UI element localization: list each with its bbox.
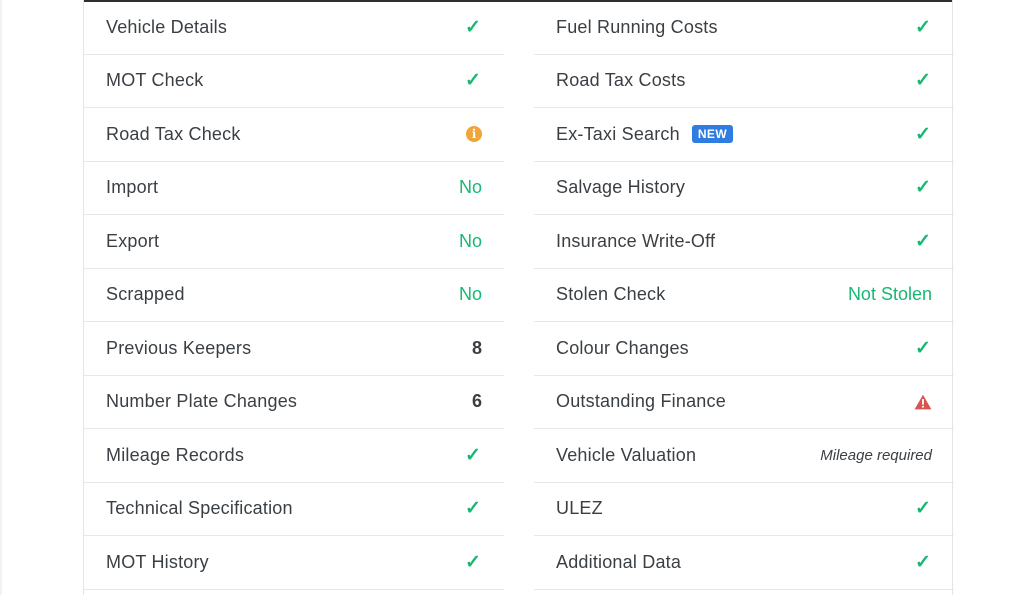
row-label: MOT Check — [106, 70, 204, 91]
check-icon: ✓ — [915, 498, 931, 520]
warning-icon[interactable] — [914, 394, 932, 410]
row-label: MOT History — [106, 551, 209, 572]
row-label: Import — [106, 177, 159, 198]
row-ex-taxi-search[interactable]: Ex-Taxi Search NEW ✓ — [534, 108, 954, 162]
row-fuel-running-costs[interactable]: Fuel Running Costs ✓ — [534, 1, 954, 55]
row-label: Vehicle Details — [106, 16, 228, 37]
row-value: 6 — [471, 391, 482, 412]
left-checklist-column: Vehicle Details ✓ MOT Check ✓ Road Tax C… — [84, 1, 504, 590]
row-number-plate-changes[interactable]: Number Plate Changes 6 — [84, 376, 504, 429]
row-colour-changes[interactable]: Colour Changes ✓ — [534, 322, 954, 376]
row-label: Previous Keepers — [106, 337, 252, 358]
row-label: Fuel Running Costs — [556, 16, 718, 37]
row-vehicle-details[interactable]: Vehicle Details ✓ — [84, 1, 504, 55]
row-label: Export — [106, 230, 160, 251]
row-value: No — [458, 177, 482, 198]
row-previous-keepers[interactable]: Previous Keepers 8 — [84, 322, 504, 376]
check-icon: ✓ — [465, 551, 481, 573]
row-mot-check[interactable]: MOT Check ✓ — [84, 55, 504, 108]
row-label: Vehicle Valuation — [556, 444, 697, 465]
row-ulez[interactable]: ULEZ ✓ — [534, 483, 954, 536]
row-label: Outstanding Finance — [556, 391, 726, 412]
row-label: Mileage Records — [106, 444, 245, 465]
check-icon: ✓ — [915, 551, 931, 573]
row-mileage-records[interactable]: Mileage Records ✓ — [84, 429, 504, 483]
row-label: Colour Changes — [556, 337, 689, 358]
check-icon: ✓ — [465, 498, 481, 520]
check-icon: ✓ — [465, 16, 481, 38]
row-label: Number Plate Changes — [106, 391, 298, 412]
check-icon: ✓ — [915, 177, 931, 199]
page-edge — [0, 0, 2, 595]
row-value: 8 — [471, 337, 482, 358]
row-salvage-history[interactable]: Salvage History ✓ — [534, 162, 954, 215]
row-label: Technical Specification — [106, 498, 293, 519]
check-icon: ✓ — [915, 337, 931, 359]
row-value: Not Stolen — [847, 284, 932, 305]
check-icon: ✓ — [915, 123, 931, 145]
check-icon: ✓ — [915, 230, 931, 252]
row-label: Stolen Check — [556, 284, 666, 305]
row-value: No — [458, 230, 482, 251]
row-label: Insurance Write-Off — [556, 230, 716, 251]
row-road-tax-costs[interactable]: Road Tax Costs ✓ — [534, 55, 954, 108]
check-icon: ✓ — [915, 70, 931, 92]
new-badge: NEW — [691, 125, 734, 144]
row-value: No — [458, 284, 482, 305]
row-label: Road Tax Check — [106, 123, 241, 144]
row-technical-specification[interactable]: Technical Specification ✓ — [84, 483, 504, 536]
row-vehicle-valuation[interactable]: Vehicle Valuation Mileage required — [534, 429, 954, 483]
check-icon: ✓ — [915, 16, 931, 38]
row-label: Ex-Taxi Search — [556, 123, 680, 144]
row-label: Road Tax Costs — [556, 70, 686, 91]
row-mot-history[interactable]: MOT History ✓ — [84, 536, 504, 590]
check-icon: ✓ — [465, 444, 481, 466]
info-icon[interactable]: i — [466, 126, 482, 143]
row-stolen-check[interactable]: Stolen Check Not Stolen — [534, 269, 954, 322]
right-checklist-column: Fuel Running Costs ✓ Road Tax Costs ✓ Ex… — [534, 1, 954, 590]
row-outstanding-finance[interactable]: Outstanding Finance — [534, 376, 954, 429]
row-label: Salvage History — [556, 177, 686, 198]
row-label: Additional Data — [556, 551, 682, 572]
row-value: Mileage required — [820, 446, 932, 464]
report-checklist-card: Vehicle Details ✓ MOT Check ✓ Road Tax C… — [83, 0, 954, 595]
row-import[interactable]: Import No — [84, 162, 504, 215]
row-label: ULEZ — [556, 498, 603, 519]
row-road-tax-check[interactable]: Road Tax Check i — [84, 108, 504, 162]
row-scrapped[interactable]: Scrapped No — [84, 269, 504, 322]
row-export[interactable]: Export No — [84, 215, 504, 269]
row-label: Scrapped — [106, 284, 185, 305]
row-insurance-write-off[interactable]: Insurance Write-Off ✓ — [534, 215, 954, 269]
row-additional-data[interactable]: Additional Data ✓ — [534, 536, 954, 590]
check-icon: ✓ — [465, 70, 481, 92]
